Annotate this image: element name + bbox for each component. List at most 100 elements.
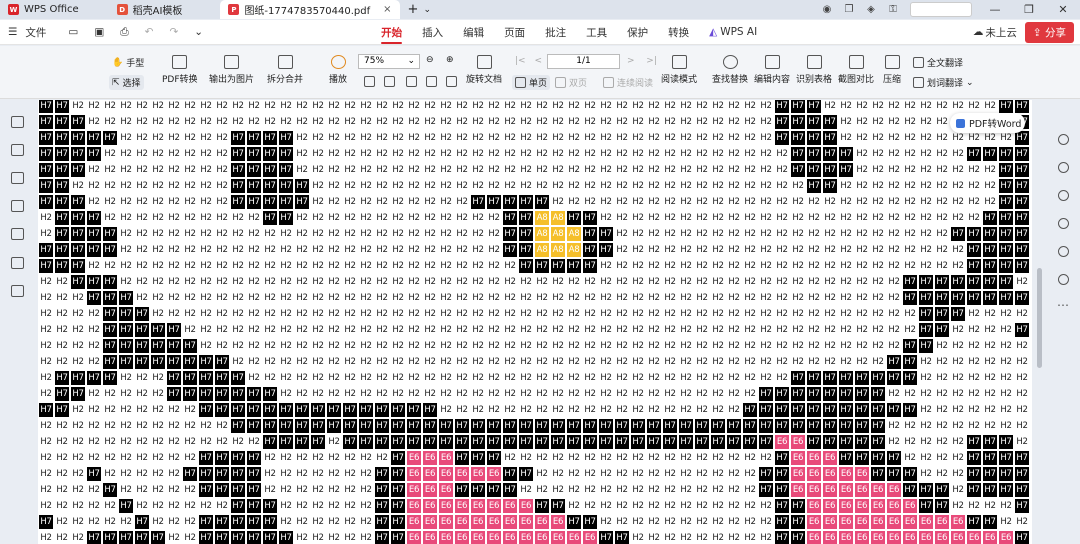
grid-cell: H2 (982, 162, 998, 178)
grid-cell: H2 (742, 322, 758, 338)
tab-wps-ai[interactable]: ◭ WPS AI (699, 20, 767, 45)
grid-cell: H2 (662, 306, 678, 322)
rotate-right-button[interactable] (446, 76, 457, 87)
thumbnail-icon[interactable] (11, 172, 24, 184)
single-page-button[interactable]: 单页 (512, 75, 551, 90)
bookmark-icon[interactable] (11, 144, 24, 156)
skin-icon[interactable]: ◉ (816, 4, 838, 15)
fit-page-button[interactable] (384, 76, 395, 87)
grid-cell: H2 (454, 290, 470, 306)
recognize-table-button[interactable]: 识别表格 (796, 55, 832, 85)
rotate-left-button[interactable] (426, 76, 437, 87)
tab-docer[interactable]: D 稻壳AI模板 (109, 0, 191, 19)
reading-mode-button[interactable]: 阅读模式 (661, 55, 697, 85)
help-icon[interactable] (1058, 274, 1069, 285)
layers-icon[interactable] (11, 285, 24, 297)
tab-edit[interactable]: 编辑 (453, 20, 494, 45)
grid-cell: H7 (486, 482, 502, 498)
hand-tool-button[interactable]: ✋ 手型 (112, 56, 144, 70)
pdf-convert-button[interactable]: PDF转换 (162, 55, 198, 85)
grid-cell: H7 (982, 290, 998, 306)
screenshot-compare-button[interactable]: 截图对比 (838, 55, 874, 85)
page-number-input[interactable]: 1/1 (547, 54, 620, 69)
redo-icon[interactable]: ↷ (161, 26, 186, 38)
close-window-button[interactable]: ✕ (1046, 3, 1080, 16)
tab-tools[interactable]: 工具 (576, 20, 617, 45)
grid-cell: H7 (102, 322, 118, 338)
file-menu[interactable]: 文件 (25, 25, 46, 40)
new-tab-button[interactable]: + ⌄ (400, 0, 439, 19)
lock-icon[interactable]: ⚿ (882, 4, 904, 15)
search-icon[interactable] (1058, 134, 1069, 145)
next-last-page-button[interactable]: > >| (627, 56, 657, 66)
continuous-reading-button[interactable]: 连续阅读 (603, 76, 653, 89)
save-icon[interactable]: ▣ (86, 26, 112, 38)
fit-width-button[interactable] (364, 76, 375, 87)
tab-home[interactable]: 开始 (371, 20, 412, 45)
grid-cell: H2 (918, 402, 934, 418)
edit-content-button[interactable]: 编辑内容 (754, 55, 790, 85)
play-button[interactable]: 播放 (329, 55, 347, 85)
cloud-icon[interactable]: ☁ (973, 26, 984, 38)
grid-cell: H2 (694, 114, 710, 130)
zoom-select[interactable]: 75% ⌄ (358, 54, 420, 69)
grid-cell: H7 (102, 290, 118, 306)
cloud-status[interactable]: 未上云 (985, 25, 1017, 40)
settings-sliders-icon[interactable] (1058, 218, 1069, 229)
tab-pdf-document[interactable]: P 图纸-1774783570440.pdf × (220, 0, 400, 19)
grid-cell: H2 (918, 258, 934, 274)
scroll-thumb[interactable] (1037, 268, 1042, 368)
rotate-document-button[interactable]: 旋转文档 (466, 55, 502, 85)
grid-cell: E6 (902, 530, 918, 544)
window-layout-icon[interactable]: ❐ (838, 4, 860, 15)
grid-cell: H2 (678, 242, 694, 258)
grid-cell: H2 (694, 130, 710, 146)
zoom-out-button[interactable]: ⊖ (426, 55, 434, 65)
tab-insert[interactable]: 插入 (412, 20, 453, 45)
pdf-to-word-button[interactable]: PDF转Word (950, 113, 1025, 133)
print-icon[interactable]: ⎙ (112, 26, 136, 39)
menu-icon[interactable]: ☰ (0, 26, 25, 38)
minimize-button[interactable]: — (978, 3, 1012, 16)
word-translate-button[interactable]: 划词翻译 ⌄ (913, 76, 974, 89)
signature-icon[interactable] (11, 257, 24, 269)
grid-cell: H2 (262, 242, 278, 258)
zoom-in-button[interactable]: ⊕ (446, 55, 454, 65)
prev-first-page-button[interactable]: |< < (515, 56, 542, 66)
select-tool-button[interactable]: ⇱ 选择 (109, 75, 144, 90)
actual-size-button[interactable] (406, 76, 417, 87)
tab-page[interactable]: 页面 (494, 20, 535, 45)
vertical-scrollbar[interactable] (1034, 100, 1045, 544)
grid-cell: H2 (326, 338, 342, 354)
share-button[interactable]: ⇪ 分享 (1024, 21, 1074, 43)
tab-convert[interactable]: 转换 (658, 20, 699, 45)
compress-button[interactable]: 压缩 (883, 55, 901, 85)
cube-icon[interactable]: ◈ (860, 4, 882, 15)
restore-button[interactable]: ❐ (1012, 3, 1046, 16)
avatar[interactable] (910, 2, 972, 17)
tab-protect[interactable]: 保护 (617, 20, 658, 45)
edit-pen-icon[interactable] (1058, 162, 1069, 173)
open-folder-icon[interactable]: ▭ (60, 26, 86, 38)
comment-icon[interactable] (11, 200, 24, 212)
quick-access-menu-icon[interactable]: ⌄ (186, 26, 211, 38)
export-image-button[interactable]: 输出为图片 (209, 55, 254, 85)
attachment-icon[interactable] (11, 228, 24, 240)
find-replace-button[interactable]: 查找替换 (712, 55, 748, 85)
grid-cell: H7 (982, 258, 998, 274)
split-merge-button[interactable]: 拆分合并 (267, 55, 303, 85)
undo-icon[interactable]: ↶ (137, 26, 162, 38)
more-icon[interactable]: ⋯ (1057, 298, 1069, 312)
outline-icon[interactable] (11, 116, 24, 128)
close-tab-icon[interactable]: × (383, 4, 391, 15)
grid-cell: H2 (966, 210, 982, 226)
translate-icon[interactable] (1058, 190, 1069, 201)
grid-cell: H2 (454, 338, 470, 354)
tab-wps-office[interactable]: W WPS Office (0, 0, 87, 19)
grid-cell: H2 (326, 530, 342, 544)
full-translate-button[interactable]: 全文翻译 (913, 56, 963, 69)
chevron-down-icon[interactable]: ⌄ (423, 5, 431, 15)
share-icon[interactable] (1058, 246, 1069, 257)
double-page-button[interactable]: 双页 (555, 76, 587, 89)
tab-comment[interactable]: 批注 (535, 20, 576, 45)
